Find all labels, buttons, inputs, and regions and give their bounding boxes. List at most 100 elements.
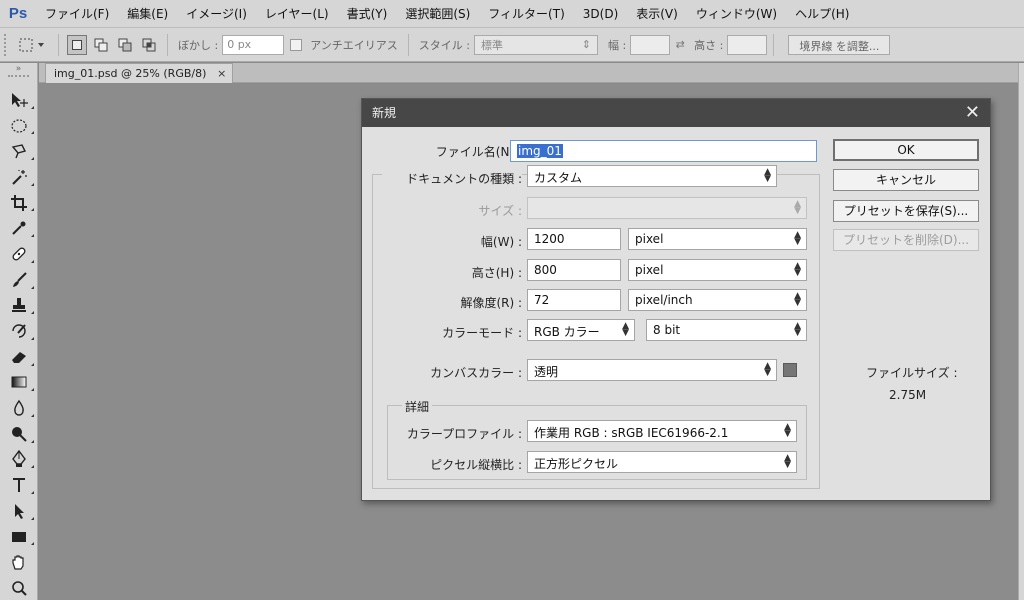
new-selection-button[interactable]: [67, 34, 87, 55]
gradient-icon: [11, 376, 27, 388]
history-brush-icon: [12, 324, 26, 338]
toolbar-grip[interactable]: [8, 75, 29, 81]
canvas-color-select[interactable]: 透明 ▲ ▼: [527, 359, 777, 381]
cancel-button[interactable]: キャンセル: [833, 169, 979, 191]
width-unit-value: pixel: [635, 232, 664, 246]
colormode-label: カラーモード :: [442, 326, 522, 340]
collapse-toolbar-icon[interactable]: »: [0, 63, 37, 75]
color-profile-select[interactable]: 作業用 RGB : sRGB IEC61966-2.1 ▲ ▼: [527, 420, 797, 442]
canvas-color-label: カンバスカラー :: [430, 366, 522, 380]
menu-layer[interactable]: レイヤー(L): [256, 0, 338, 28]
hand-icon: [12, 555, 24, 570]
tool-pen[interactable]: [0, 447, 38, 473]
menu-select[interactable]: 選択範囲(S): [396, 0, 479, 28]
tool-brush[interactable]: [0, 267, 38, 293]
menu-image[interactable]: イメージ(I): [177, 0, 256, 28]
tool-type[interactable]: [0, 472, 38, 498]
tool-stamp[interactable]: [0, 293, 38, 319]
doctype-value: カスタム: [534, 171, 583, 185]
brush-icon: [13, 271, 27, 287]
width-unit-select[interactable]: pixel ▲ ▼: [628, 228, 807, 250]
close-icon[interactable]: ✕: [965, 99, 980, 127]
doctype-select[interactable]: カスタム ▲ ▼: [527, 165, 777, 187]
move-icon: [12, 92, 28, 107]
resolution-unit-select[interactable]: pixel/inch ▲ ▼: [628, 289, 807, 311]
file-name-input[interactable]: img_01: [510, 140, 817, 162]
document-tab[interactable]: img_01.psd @ 25% (RGB/8) ×: [45, 63, 234, 83]
tool-history-brush[interactable]: [0, 318, 38, 344]
bitdepth-select[interactable]: 8 bit ▲ ▼: [646, 319, 807, 341]
refine-edge-button[interactable]: 境界線 を調整...: [788, 34, 891, 55]
tool-move[interactable]: [0, 87, 38, 113]
tool-eyedropper[interactable]: [0, 215, 38, 241]
tool-path-select[interactable]: [0, 498, 38, 524]
tool-eraser[interactable]: [0, 344, 38, 370]
crop-icon: [11, 194, 27, 211]
select-arrows-icon: ▲ ▼: [764, 361, 771, 378]
photoshop-logo: Ps: [8, 5, 28, 22]
tool-dodge[interactable]: [0, 421, 38, 447]
dodge-icon: [12, 426, 27, 442]
menu-file[interactable]: ファイル(F): [36, 0, 118, 28]
menu-edit[interactable]: 編集(E): [118, 0, 177, 28]
height-input[interactable]: 800: [527, 259, 621, 281]
canvas-color-swatch[interactable]: [783, 363, 797, 377]
close-tab-icon[interactable]: ×: [217, 64, 226, 83]
tool-crop[interactable]: [0, 190, 38, 216]
intersect-selection-icon: [142, 38, 156, 51]
feather-input[interactable]: 0 px: [222, 34, 285, 55]
tool-magic-wand[interactable]: [0, 164, 38, 190]
add-selection-button[interactable]: [91, 35, 111, 55]
ok-button[interactable]: OK: [833, 139, 979, 161]
tool-marquee[interactable]: [0, 113, 38, 139]
save-preset-button[interactable]: プリセットを保存(S)...: [833, 200, 979, 222]
width-input[interactable]: 1200: [527, 228, 621, 250]
pixel-aspect-select[interactable]: 正方形ピクセル ▲ ▼: [527, 451, 797, 473]
height-input[interactable]: [727, 34, 768, 55]
dialog-title: 新規: [372, 106, 397, 120]
right-panel-edge: [1018, 63, 1024, 600]
name-label: ファイル名(N) :: [435, 145, 522, 159]
size-select[interactable]: ▲ ▼: [527, 197, 807, 219]
delete-preset-button[interactable]: プリセットを削除(D)...: [833, 229, 979, 251]
width-input[interactable]: [630, 34, 671, 55]
menu-type[interactable]: 書式(Y): [338, 0, 397, 28]
subtract-selection-button[interactable]: [115, 35, 135, 55]
colormode-value: RGB カラー: [534, 325, 600, 339]
file-size-label: ファイルサイズ :: [866, 366, 958, 380]
tool-rectangle[interactable]: [0, 524, 38, 550]
size-label: サイズ :: [478, 204, 523, 218]
menu-view[interactable]: 表示(V): [627, 0, 687, 28]
height-label: 高さ :: [694, 38, 724, 52]
select-arrows-icon: ▲ ▼: [764, 167, 771, 184]
menu-3d[interactable]: 3D(D): [574, 0, 627, 28]
type-icon: [13, 478, 25, 493]
new-selection-icon: [72, 39, 82, 50]
antialias-checkbox[interactable]: [290, 38, 303, 51]
tool-lasso[interactable]: [0, 138, 38, 164]
style-value: 標準: [480, 38, 503, 52]
tool-hand[interactable]: [0, 549, 38, 575]
color-profile-label: カラープロファイル :: [406, 427, 522, 441]
options-grip[interactable]: [4, 33, 12, 56]
intersect-selection-button[interactable]: [139, 35, 159, 55]
style-select[interactable]: 標準 ⇕: [473, 34, 598, 55]
swap-icon[interactable]: ⇄: [670, 38, 690, 51]
canvas-color-value: 透明: [534, 365, 559, 379]
tool-gradient[interactable]: [0, 370, 38, 396]
colormode-select[interactable]: RGB カラー ▲ ▼: [527, 319, 635, 341]
tool-healing[interactable]: [0, 241, 38, 267]
menu-help[interactable]: ヘルプ(H): [786, 0, 858, 28]
separator: [773, 33, 775, 56]
menu-filter[interactable]: フィルター(T): [479, 0, 573, 28]
resolution-input[interactable]: 72: [527, 289, 621, 311]
height-unit-select[interactable]: pixel ▲ ▼: [628, 259, 807, 281]
tool-blur[interactable]: [0, 395, 38, 421]
menu-window[interactable]: ウィンドウ(W): [687, 0, 786, 28]
document-tab-title: img_01.psd @ 25% (RGB/8): [54, 67, 207, 80]
tool-zoom[interactable]: [0, 575, 38, 600]
feather-label: ぼかし :: [178, 38, 219, 52]
tool-preset-picker[interactable]: [12, 34, 52, 56]
blur-icon: [14, 399, 24, 416]
resolution-label: 解像度(R) :: [460, 296, 522, 310]
